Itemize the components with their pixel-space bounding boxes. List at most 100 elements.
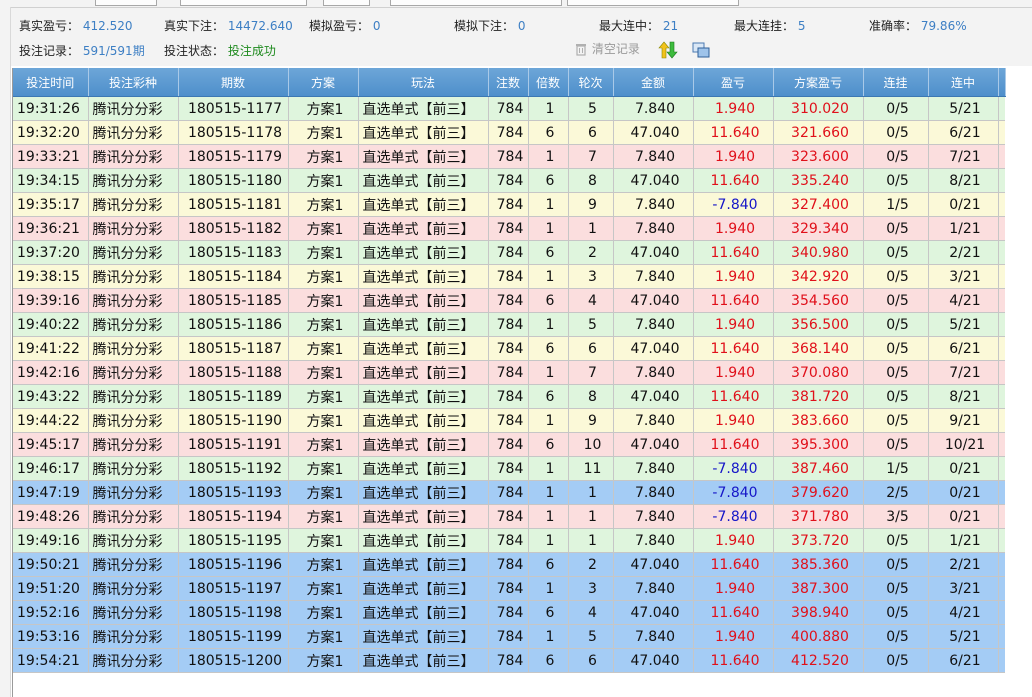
cell-profit: 1.940 (693, 624, 774, 649)
record-label: 投注记录： (19, 44, 80, 58)
table-row[interactable]: 19:32:20 腾讯分分彩 180515-1178 方案1 直选单式【前三】 784 6 6… (13, 120, 1005, 145)
cell-round: 3 (568, 264, 614, 289)
cell-time: 19:40:22 (13, 312, 89, 337)
cell-issue: 180515-1198 (178, 600, 289, 625)
column-header-plan[interactable]: 方案 (288, 68, 359, 97)
column-header-profit[interactable]: 盈亏 (693, 68, 774, 97)
cell-win-streak: 4/21 (928, 288, 999, 313)
table-row[interactable]: 19:54:21 腾讯分分彩 180515-1200 方案1 直选单式【前三】 784 6 6… (13, 648, 1005, 673)
cell-plan: 方案1 (288, 312, 359, 337)
table-row[interactable]: 19:40:22 腾讯分分彩 180515-1186 方案1 直选单式【前三】 784 1 5… (13, 312, 1005, 337)
cell-filler (998, 624, 1005, 649)
cell-filler (998, 648, 1005, 673)
cell-issue: 180515-1199 (178, 624, 289, 649)
cell-loss-streak: 1/5 (863, 192, 929, 217)
cell-count: 784 (488, 576, 529, 601)
cell-count: 784 (488, 648, 529, 673)
cell-filler (998, 336, 1005, 361)
table-row[interactable]: 19:41:22 腾讯分分彩 180515-1187 方案1 直选单式【前三】 784 6 6… (13, 336, 1005, 361)
cell-plan-profit: 321.660 (773, 120, 864, 145)
cell-plan-profit: 387.460 (773, 456, 864, 481)
cell-count: 784 (488, 504, 529, 529)
top-control[interactable] (567, 0, 739, 6)
column-header-multiple[interactable]: 倍数 (528, 68, 569, 97)
window-tile-icon[interactable] (691, 40, 711, 60)
cell-loss-streak: 0/5 (863, 96, 929, 121)
table-row[interactable]: 19:51:20 腾讯分分彩 180515-1197 方案1 直选单式【前三】 784 1 3… (13, 576, 1005, 601)
cell-round: 1 (568, 216, 614, 241)
cell-profit: 1.940 (693, 96, 774, 121)
table-row[interactable]: 19:33:21 腾讯分分彩 180515-1179 方案1 直选单式【前三】 784 1 7… (13, 144, 1005, 169)
cell-win-streak: 2/21 (928, 552, 999, 577)
cell-profit: 11.640 (693, 120, 774, 145)
column-header-lottery[interactable]: 投注彩种 (88, 68, 179, 97)
table-row[interactable]: 19:52:16 腾讯分分彩 180515-1198 方案1 直选单式【前三】 784 6 4… (13, 600, 1005, 625)
cell-lottery: 腾讯分分彩 (88, 408, 179, 433)
cell-round: 9 (568, 192, 614, 217)
table-row[interactable]: 19:31:26 腾讯分分彩 180515-1177 方案1 直选单式【前三】 784 1 5… (13, 96, 1005, 121)
cell-round: 10 (568, 432, 614, 457)
cell-filler (998, 144, 1005, 169)
cell-lottery: 腾讯分分彩 (88, 312, 179, 337)
cell-count: 784 (488, 432, 529, 457)
table-row[interactable]: 19:50:21 腾讯分分彩 180515-1196 方案1 直选单式【前三】 784 6 2… (13, 552, 1005, 577)
column-header-win-streak[interactable]: 连中 (928, 68, 999, 97)
table-row[interactable]: 19:39:16 腾讯分分彩 180515-1185 方案1 直选单式【前三】 784 6 4… (13, 288, 1005, 313)
stats-panel: 真实盈亏： 412.520 真实下注： 14472.640 模拟盈亏： 0 模拟… (11, 8, 1032, 66)
table-row[interactable]: 19:46:17 腾讯分分彩 180515-1192 方案1 直选单式【前三】 784 1 1… (13, 456, 1005, 481)
cell-lottery: 腾讯分分彩 (88, 600, 179, 625)
cell-count: 784 (488, 480, 529, 505)
top-control[interactable] (180, 0, 307, 6)
table-row[interactable]: 19:37:20 腾讯分分彩 180515-1183 方案1 直选单式【前三】 784 6 2… (13, 240, 1005, 265)
cell-count: 784 (488, 336, 529, 361)
cell-win-streak: 5/21 (928, 624, 999, 649)
cell-profit: 1.940 (693, 528, 774, 553)
table-row[interactable]: 19:47:19 腾讯分分彩 180515-1193 方案1 直选单式【前三】 784 1 1… (13, 480, 1005, 505)
cell-profit: 1.940 (693, 360, 774, 385)
column-header-loss-streak[interactable]: 连挂 (863, 68, 929, 97)
table-row[interactable]: 19:49:16 腾讯分分彩 180515-1195 方案1 直选单式【前三】 784 1 1… (13, 528, 1005, 553)
cell-win-streak: 8/21 (928, 168, 999, 193)
cell-multiple: 1 (528, 456, 569, 481)
column-header-count[interactable]: 注数 (488, 68, 529, 97)
cell-filler (998, 456, 1005, 481)
table-row[interactable]: 19:35:17 腾讯分分彩 180515-1181 方案1 直选单式【前三】 784 1 9… (13, 192, 1005, 217)
column-header-time[interactable]: 投注时间 (13, 68, 89, 97)
cell-lottery: 腾讯分分彩 (88, 288, 179, 313)
column-header-round[interactable]: 轮次 (568, 68, 614, 97)
cell-amount: 7.840 (613, 144, 694, 169)
cell-multiple: 6 (528, 240, 569, 265)
top-control[interactable] (390, 0, 562, 6)
cell-loss-streak: 0/5 (863, 120, 929, 145)
column-header-plan-profit[interactable]: 方案盈亏 (773, 68, 864, 97)
table-row[interactable]: 19:53:16 腾讯分分彩 180515-1199 方案1 直选单式【前三】 784 1 5… (13, 624, 1005, 649)
cell-time: 19:34:15 (13, 168, 89, 193)
bet-records-grid[interactable]: 投注时间 投注彩种 期数 方案 玩法 注数 倍数 轮次 金额 盈亏 方案盈亏 连挂 连中 19:31:2… (12, 68, 1032, 697)
column-header-amount[interactable]: 金额 (613, 68, 694, 97)
cell-count: 784 (488, 216, 529, 241)
table-row[interactable]: 19:43:22 腾讯分分彩 180515-1189 方案1 直选单式【前三】 784 6 8… (13, 384, 1005, 409)
cell-round: 7 (568, 360, 614, 385)
clear-records-button[interactable]: 清空记录 (574, 40, 640, 57)
table-row[interactable]: 19:42:16 腾讯分分彩 180515-1188 方案1 直选单式【前三】 784 1 7… (13, 360, 1005, 385)
cell-amount: 47.040 (613, 168, 694, 193)
cell-filler (998, 552, 1005, 577)
top-control[interactable] (323, 0, 370, 6)
table-row[interactable]: 19:45:17 腾讯分分彩 180515-1191 方案1 直选单式【前三】 784 6 1… (13, 432, 1005, 457)
cell-plan-profit: 398.940 (773, 600, 864, 625)
table-row[interactable]: 19:36:21 腾讯分分彩 180515-1182 方案1 直选单式【前三】 784 1 1… (13, 216, 1005, 241)
cell-plan: 方案1 (288, 288, 359, 313)
top-control[interactable] (95, 0, 157, 6)
table-row[interactable]: 19:38:15 腾讯分分彩 180515-1184 方案1 直选单式【前三】 784 1 3… (13, 264, 1005, 289)
cell-lottery: 腾讯分分彩 (88, 144, 179, 169)
cell-filler (998, 264, 1005, 289)
column-header-play[interactable]: 玩法 (358, 68, 489, 97)
column-header-issue[interactable]: 期数 (178, 68, 289, 97)
table-row[interactable]: 19:34:15 腾讯分分彩 180515-1180 方案1 直选单式【前三】 784 6 8… (13, 168, 1005, 193)
sort-arrows-icon[interactable] (658, 40, 678, 60)
cell-plan-profit: 383.660 (773, 408, 864, 433)
table-row[interactable]: 19:44:22 腾讯分分彩 180515-1190 方案1 直选单式【前三】 784 1 9… (13, 408, 1005, 433)
table-row[interactable]: 19:48:26 腾讯分分彩 180515-1194 方案1 直选单式【前三】 784 1 1… (13, 504, 1005, 529)
cell-round: 1 (568, 480, 614, 505)
cell-filler (998, 168, 1005, 193)
